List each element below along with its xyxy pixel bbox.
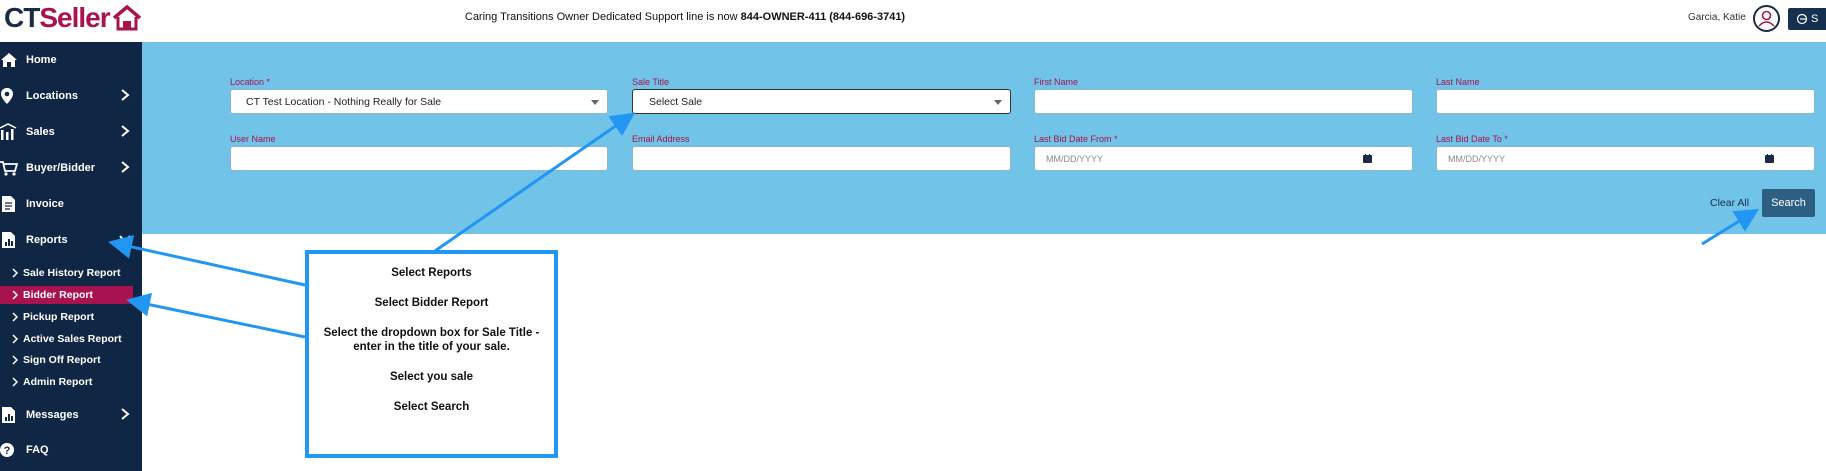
sidebar-nav: Home Locations Sales Buyer/Bidder Invoic…	[0, 42, 142, 471]
user-name-input[interactable]	[230, 146, 608, 171]
sidebar-item-buyer-bidder[interactable]: Buyer/Bidder	[0, 153, 142, 183]
first-name-label: First Name	[1034, 77, 1079, 87]
calendar-icon[interactable]	[1363, 154, 1372, 163]
email-address-input[interactable]	[632, 146, 1011, 171]
dropdown-caret-icon	[994, 100, 1002, 105]
logout-icon	[1796, 13, 1808, 25]
last-bid-date-to-label: Last Bid Date To *	[1436, 134, 1508, 144]
location-select[interactable]: CT Test Location - Nothing Really for Sa…	[230, 89, 608, 114]
first-name-input[interactable]	[1034, 89, 1413, 114]
clear-all-button[interactable]: Clear All	[1710, 197, 1749, 209]
callout-step-select-search: Select Search	[393, 401, 470, 413]
sale-title-select[interactable]: Select Sale	[632, 89, 1011, 114]
svg-text:?: ?	[4, 445, 11, 457]
home-icon	[1, 53, 17, 67]
sidebar-subitem-active-sales-report[interactable]: Active Sales Report	[0, 330, 133, 348]
instructions-callout: Select Reports Select Bidder Report Sele…	[305, 250, 558, 458]
last-bid-date-from-label: Last Bid Date From *	[1034, 134, 1118, 144]
dropdown-caret-icon	[591, 100, 599, 105]
last-name-label: Last Name	[1436, 77, 1480, 87]
bar-chart-icon	[0, 123, 17, 140]
sidebar-item-locations[interactable]: Locations	[0, 81, 142, 111]
sidebar-item-faq[interactable]: ? FAQ	[0, 435, 142, 465]
chevron-right-icon	[121, 161, 130, 173]
cart-icon	[0, 161, 18, 176]
user-avatar-icon[interactable]	[1753, 5, 1780, 32]
sidebar-item-reports[interactable]: Reports	[0, 225, 142, 255]
report-icon	[2, 407, 15, 423]
arrow-to-bidder-report	[126, 292, 306, 339]
sidebar-subitem-bidder-report[interactable]: Bidder Report	[0, 286, 133, 304]
chevron-right-small-icon	[12, 355, 19, 365]
sale-title-label: Sale Title	[632, 77, 670, 87]
search-filter-panel	[142, 42, 1826, 234]
chevron-down-icon	[119, 235, 131, 244]
chevron-right-small-icon	[12, 377, 19, 387]
email-address-label: Email Address	[632, 134, 690, 144]
last-bid-date-from-input[interactable]: MM/DD/YYYY	[1034, 146, 1413, 171]
chevron-right-small-icon	[12, 334, 19, 344]
map-pin-icon	[1, 88, 13, 104]
sign-out-label: S	[1811, 13, 1819, 25]
sidebar-subitem-pickup-report[interactable]: Pickup Report	[0, 308, 133, 326]
chevron-right-small-icon	[12, 290, 19, 300]
chevron-right-icon	[121, 408, 130, 420]
last-name-input[interactable]	[1436, 89, 1815, 114]
callout-step-select-bidder-report: Select Bidder Report	[374, 297, 489, 309]
sidebar-subitem-admin-report[interactable]: Admin Report	[0, 373, 133, 391]
callout-step-sale-title-line2: enter in the title of your sale.	[353, 341, 510, 353]
support-phone-number: 844-OWNER-411 (844-696-3741)	[740, 11, 906, 23]
chevron-right-small-icon	[12, 268, 19, 278]
chevron-right-icon	[121, 125, 130, 137]
top-header: CT Seller Caring Transitions Owner Dedica…	[0, 0, 1826, 42]
question-icon: ?	[0, 443, 14, 457]
report-icon	[2, 232, 15, 248]
sidebar-subitem-sale-history-report[interactable]: Sale History Report	[0, 264, 133, 282]
chevron-right-icon	[121, 89, 130, 101]
sidebar-item-messages[interactable]: Messages	[0, 400, 142, 430]
user-name-label: User Name	[230, 134, 276, 144]
callout-step-select-reports: Select Reports	[391, 267, 472, 279]
person-icon	[1758, 10, 1775, 27]
search-button[interactable]: Search	[1762, 189, 1815, 217]
location-label: Location *	[230, 77, 271, 87]
arrow-to-reports	[108, 235, 306, 287]
sidebar-item-sales[interactable]: Sales	[0, 117, 142, 147]
support-line-text: Caring Transitions Owner Dedicated Suppo…	[464, 11, 906, 23]
sign-out-button[interactable]: S	[1788, 8, 1826, 30]
sidebar-item-invoice[interactable]: Invoice	[0, 189, 142, 219]
callout-step-sale-title-line1: Select the dropdown box for Sale Title -	[323, 327, 540, 339]
calendar-icon[interactable]	[1765, 154, 1774, 163]
chevron-right-small-icon	[12, 312, 19, 322]
document-icon	[2, 196, 15, 212]
current-user-name: Garcia, Katie	[1688, 12, 1746, 23]
callout-step-select-sale: Select you sale	[389, 371, 474, 383]
last-bid-date-to-input[interactable]: MM/DD/YYYY	[1436, 146, 1815, 171]
sidebar-item-home[interactable]: Home	[0, 45, 142, 75]
sidebar-subitem-sign-off-report[interactable]: Sign Off Report	[0, 351, 133, 369]
